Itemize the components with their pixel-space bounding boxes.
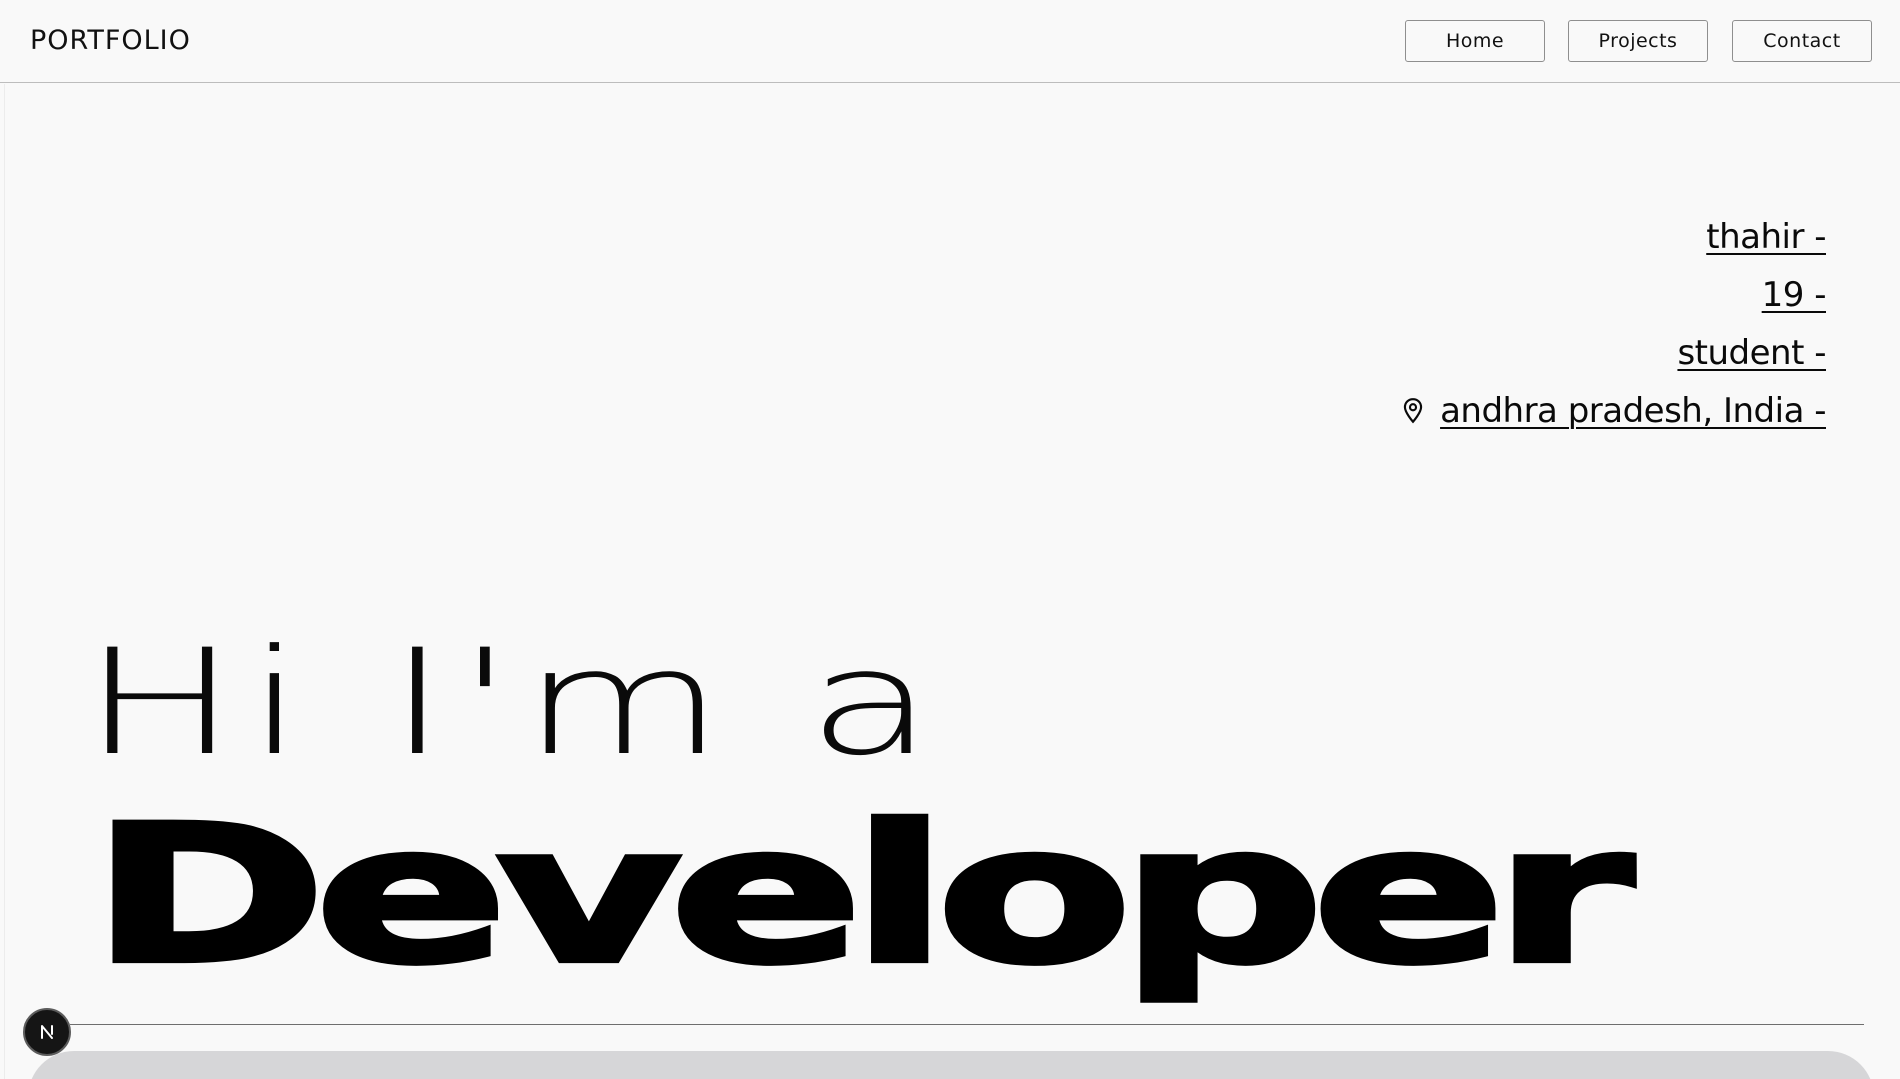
bottom-panel <box>28 1051 1874 1079</box>
nextjs-logo-icon <box>41 1025 53 1039</box>
info-row-location: andhra pradesh, India - <box>1400 382 1826 440</box>
left-edge-divider <box>4 84 5 1079</box>
age-link[interactable]: 19 - <box>1762 275 1827 315</box>
info-row-name: thahir - <box>1400 208 1826 266</box>
name-link[interactable]: thahir - <box>1706 217 1826 257</box>
profile-info-list: thahir - 19 - student - andhra pradesh, … <box>1400 208 1827 440</box>
nav-contact-button[interactable]: Contact <box>1732 20 1872 62</box>
info-row-role: student - <box>1400 324 1826 382</box>
brand-logo[interactable]: PORTFOLIO <box>30 22 191 60</box>
role-link[interactable]: student - <box>1677 333 1826 373</box>
hero-greeting: Hi I'm a <box>82 618 943 788</box>
location-link[interactable]: andhra pradesh, India - <box>1440 391 1826 431</box>
hero-title: Developer <box>86 784 1637 1006</box>
hero-divider <box>70 1024 1864 1025</box>
map-pin-icon <box>1403 398 1423 424</box>
info-row-age: 19 - <box>1400 266 1827 324</box>
nav-projects-button[interactable]: Projects <box>1568 20 1708 62</box>
page: PORTFOLIO Home Projects Contact thahir -… <box>0 0 1900 1079</box>
nextjs-dev-badge[interactable] <box>23 1008 71 1056</box>
nav-home-button[interactable]: Home <box>1405 20 1545 62</box>
site-header: PORTFOLIO Home Projects Contact <box>0 0 1900 83</box>
